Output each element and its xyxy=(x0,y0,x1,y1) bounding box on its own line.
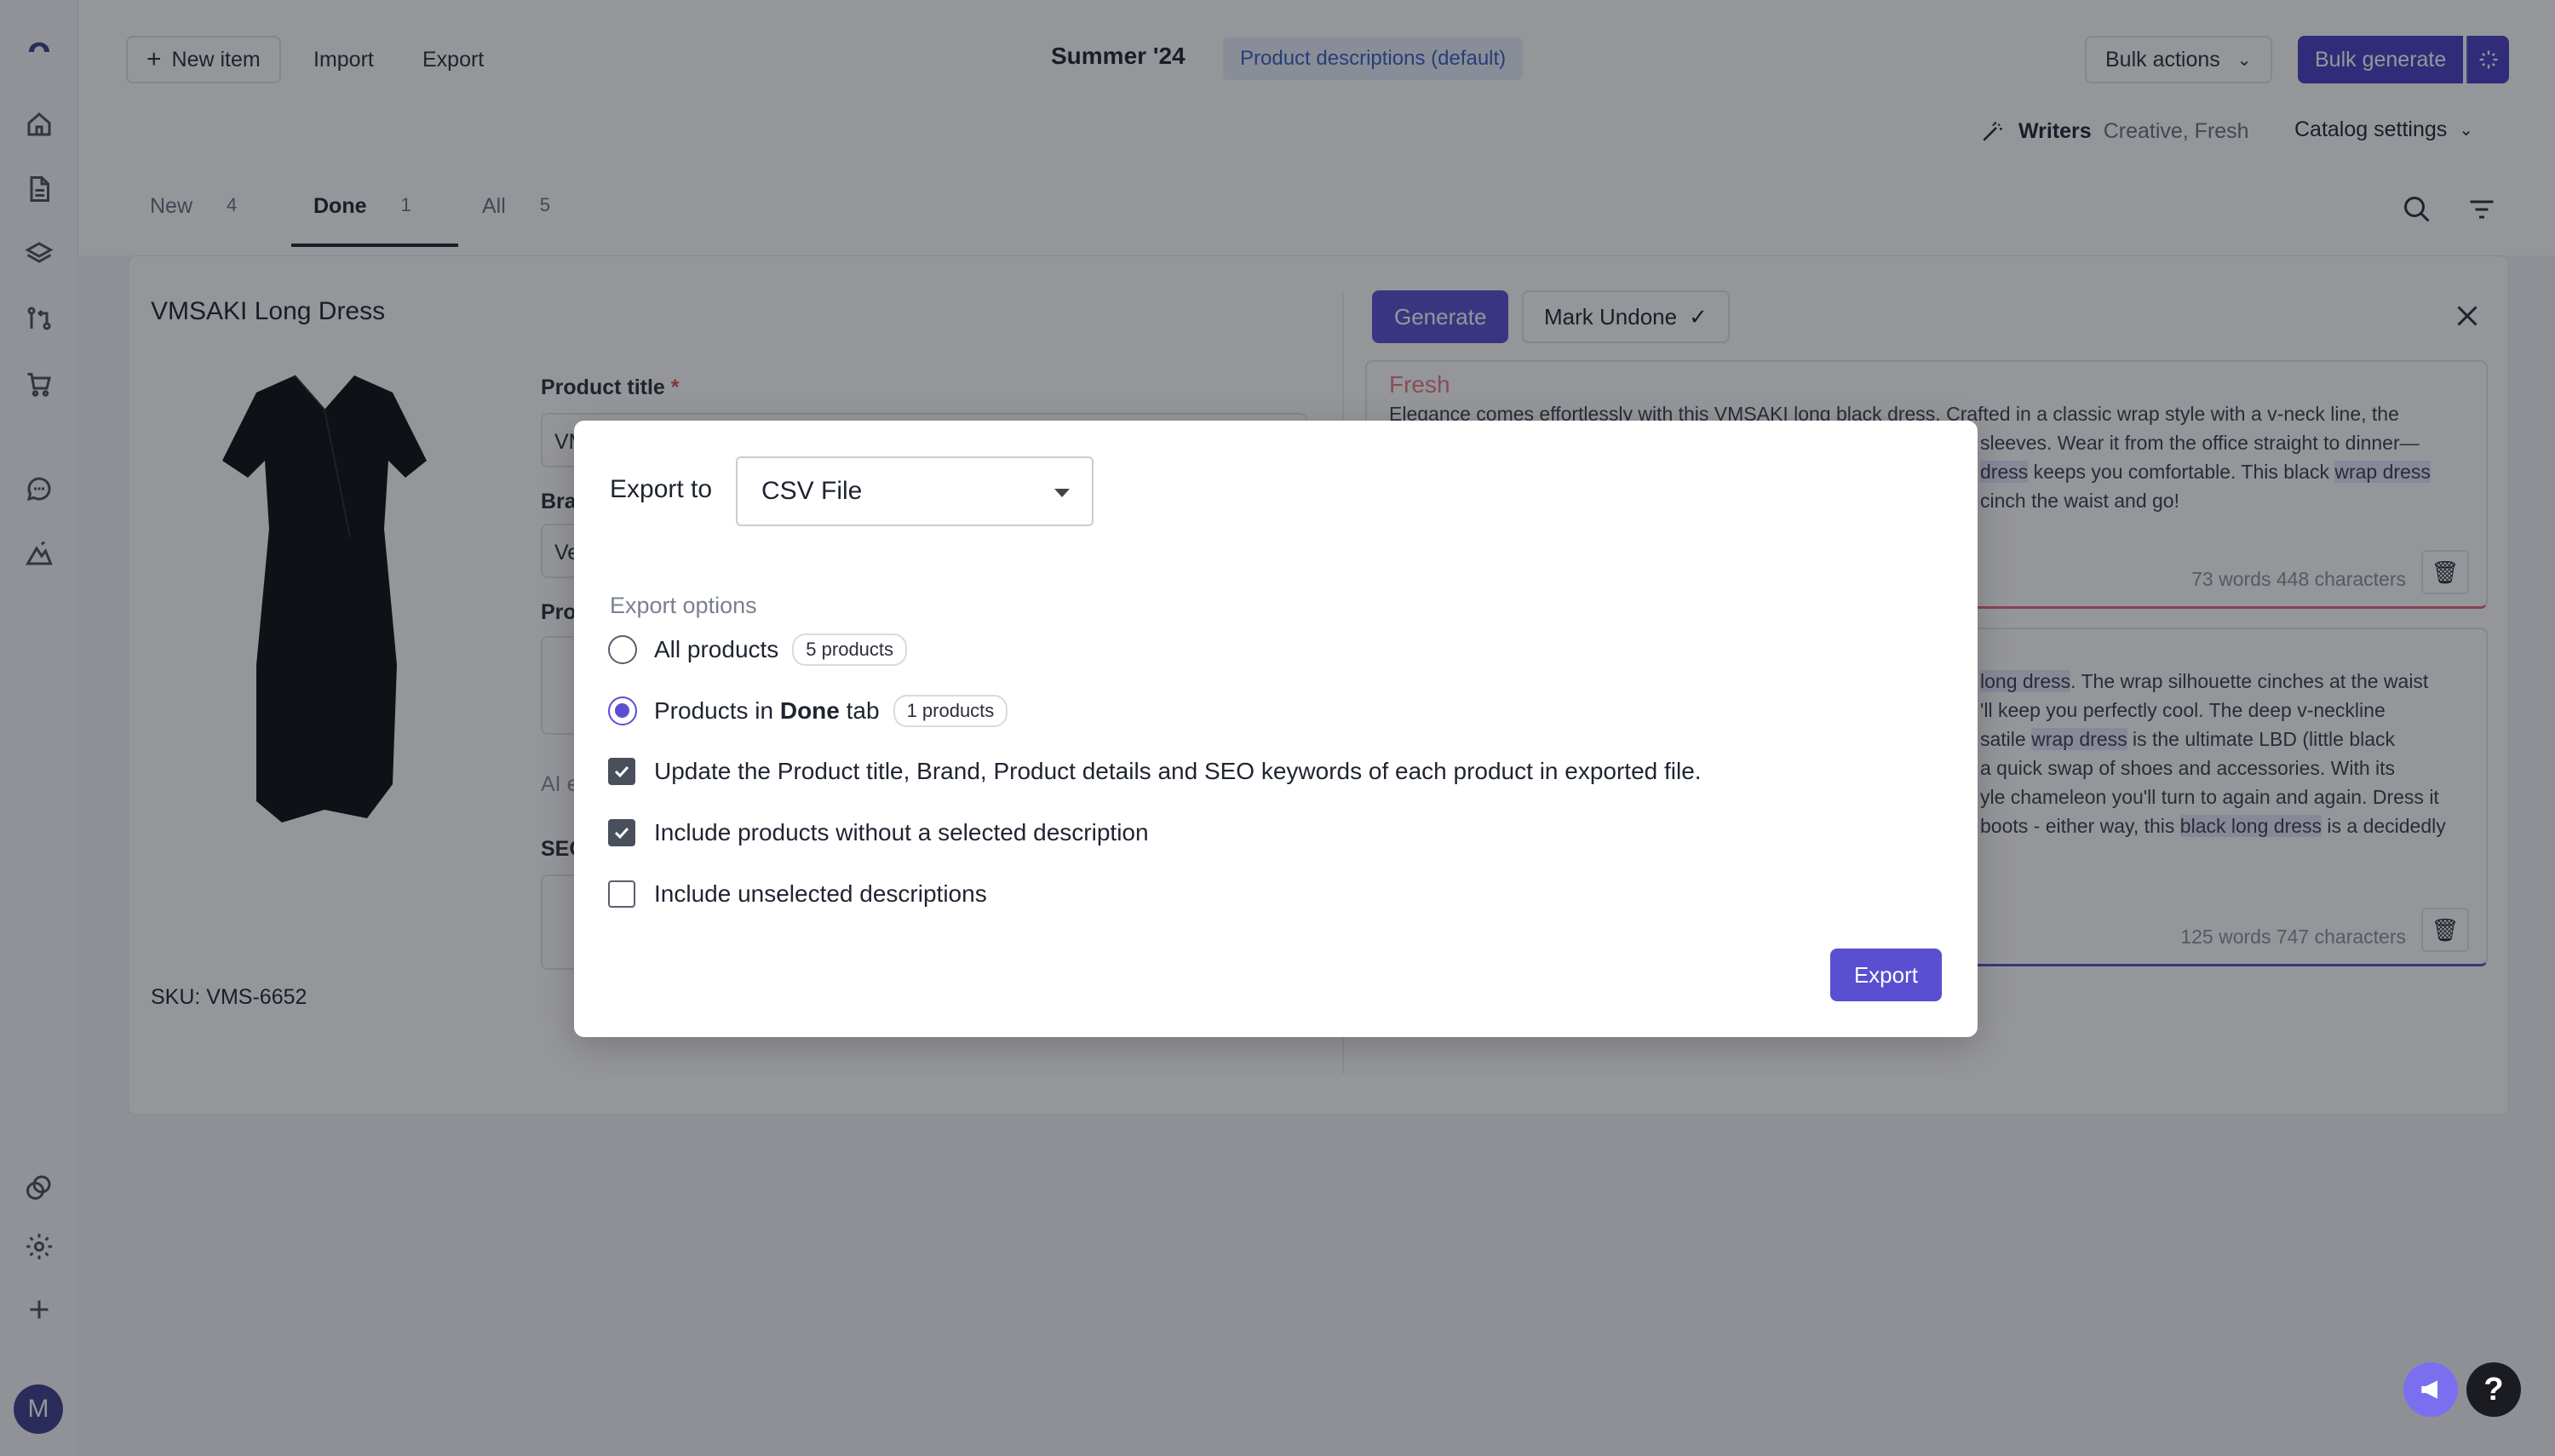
checkbox-label: Update the Product title, Brand, Product… xyxy=(654,758,1702,784)
checkbox-include-unselected[interactable]: Include unselected descriptions xyxy=(608,880,987,908)
export-format-value: CSV File xyxy=(761,477,863,505)
product-count-badge: 1 products xyxy=(893,695,1008,727)
radio-done-products[interactable] xyxy=(608,696,637,725)
checkbox-update-fields[interactable]: Update the Product title, Brand, Product… xyxy=(608,758,1702,785)
checkbox-update[interactable] xyxy=(608,758,635,785)
question-icon: ? xyxy=(2483,1371,2504,1407)
option-label: All products xyxy=(654,636,779,662)
checkbox-unselected[interactable] xyxy=(608,880,635,908)
product-count-badge: 5 products xyxy=(792,633,908,666)
option-done-products[interactable]: Products in Done tab 1 products xyxy=(608,695,1008,727)
checkbox-include-without[interactable]: Include products without a selected desc… xyxy=(608,819,1149,846)
option-label: tab xyxy=(839,697,880,724)
export-options-heading: Export options xyxy=(610,593,757,618)
export-format-select[interactable]: CSV File xyxy=(736,456,1094,526)
checkbox-without[interactable] xyxy=(608,819,635,846)
option-label: Products in xyxy=(654,697,780,724)
checkbox-label: Include products without a selected desc… xyxy=(654,819,1149,846)
caret-down-icon xyxy=(1054,489,1070,497)
megaphone-icon xyxy=(2421,1380,2437,1399)
export-to-label: Export to xyxy=(610,475,713,503)
radio-all-products[interactable] xyxy=(608,635,637,664)
option-all-products[interactable]: All products 5 products xyxy=(608,633,908,666)
option-label-bold: Done xyxy=(779,697,840,724)
export-dialog: Export to CSV File Export options All pr… xyxy=(574,421,1978,1037)
feedback-button[interactable] xyxy=(2403,1362,2458,1417)
help-button[interactable]: ? xyxy=(2466,1362,2521,1417)
export-confirm-button[interactable]: Export xyxy=(1829,949,1942,1001)
checkbox-label: Include unselected descriptions xyxy=(654,880,987,907)
